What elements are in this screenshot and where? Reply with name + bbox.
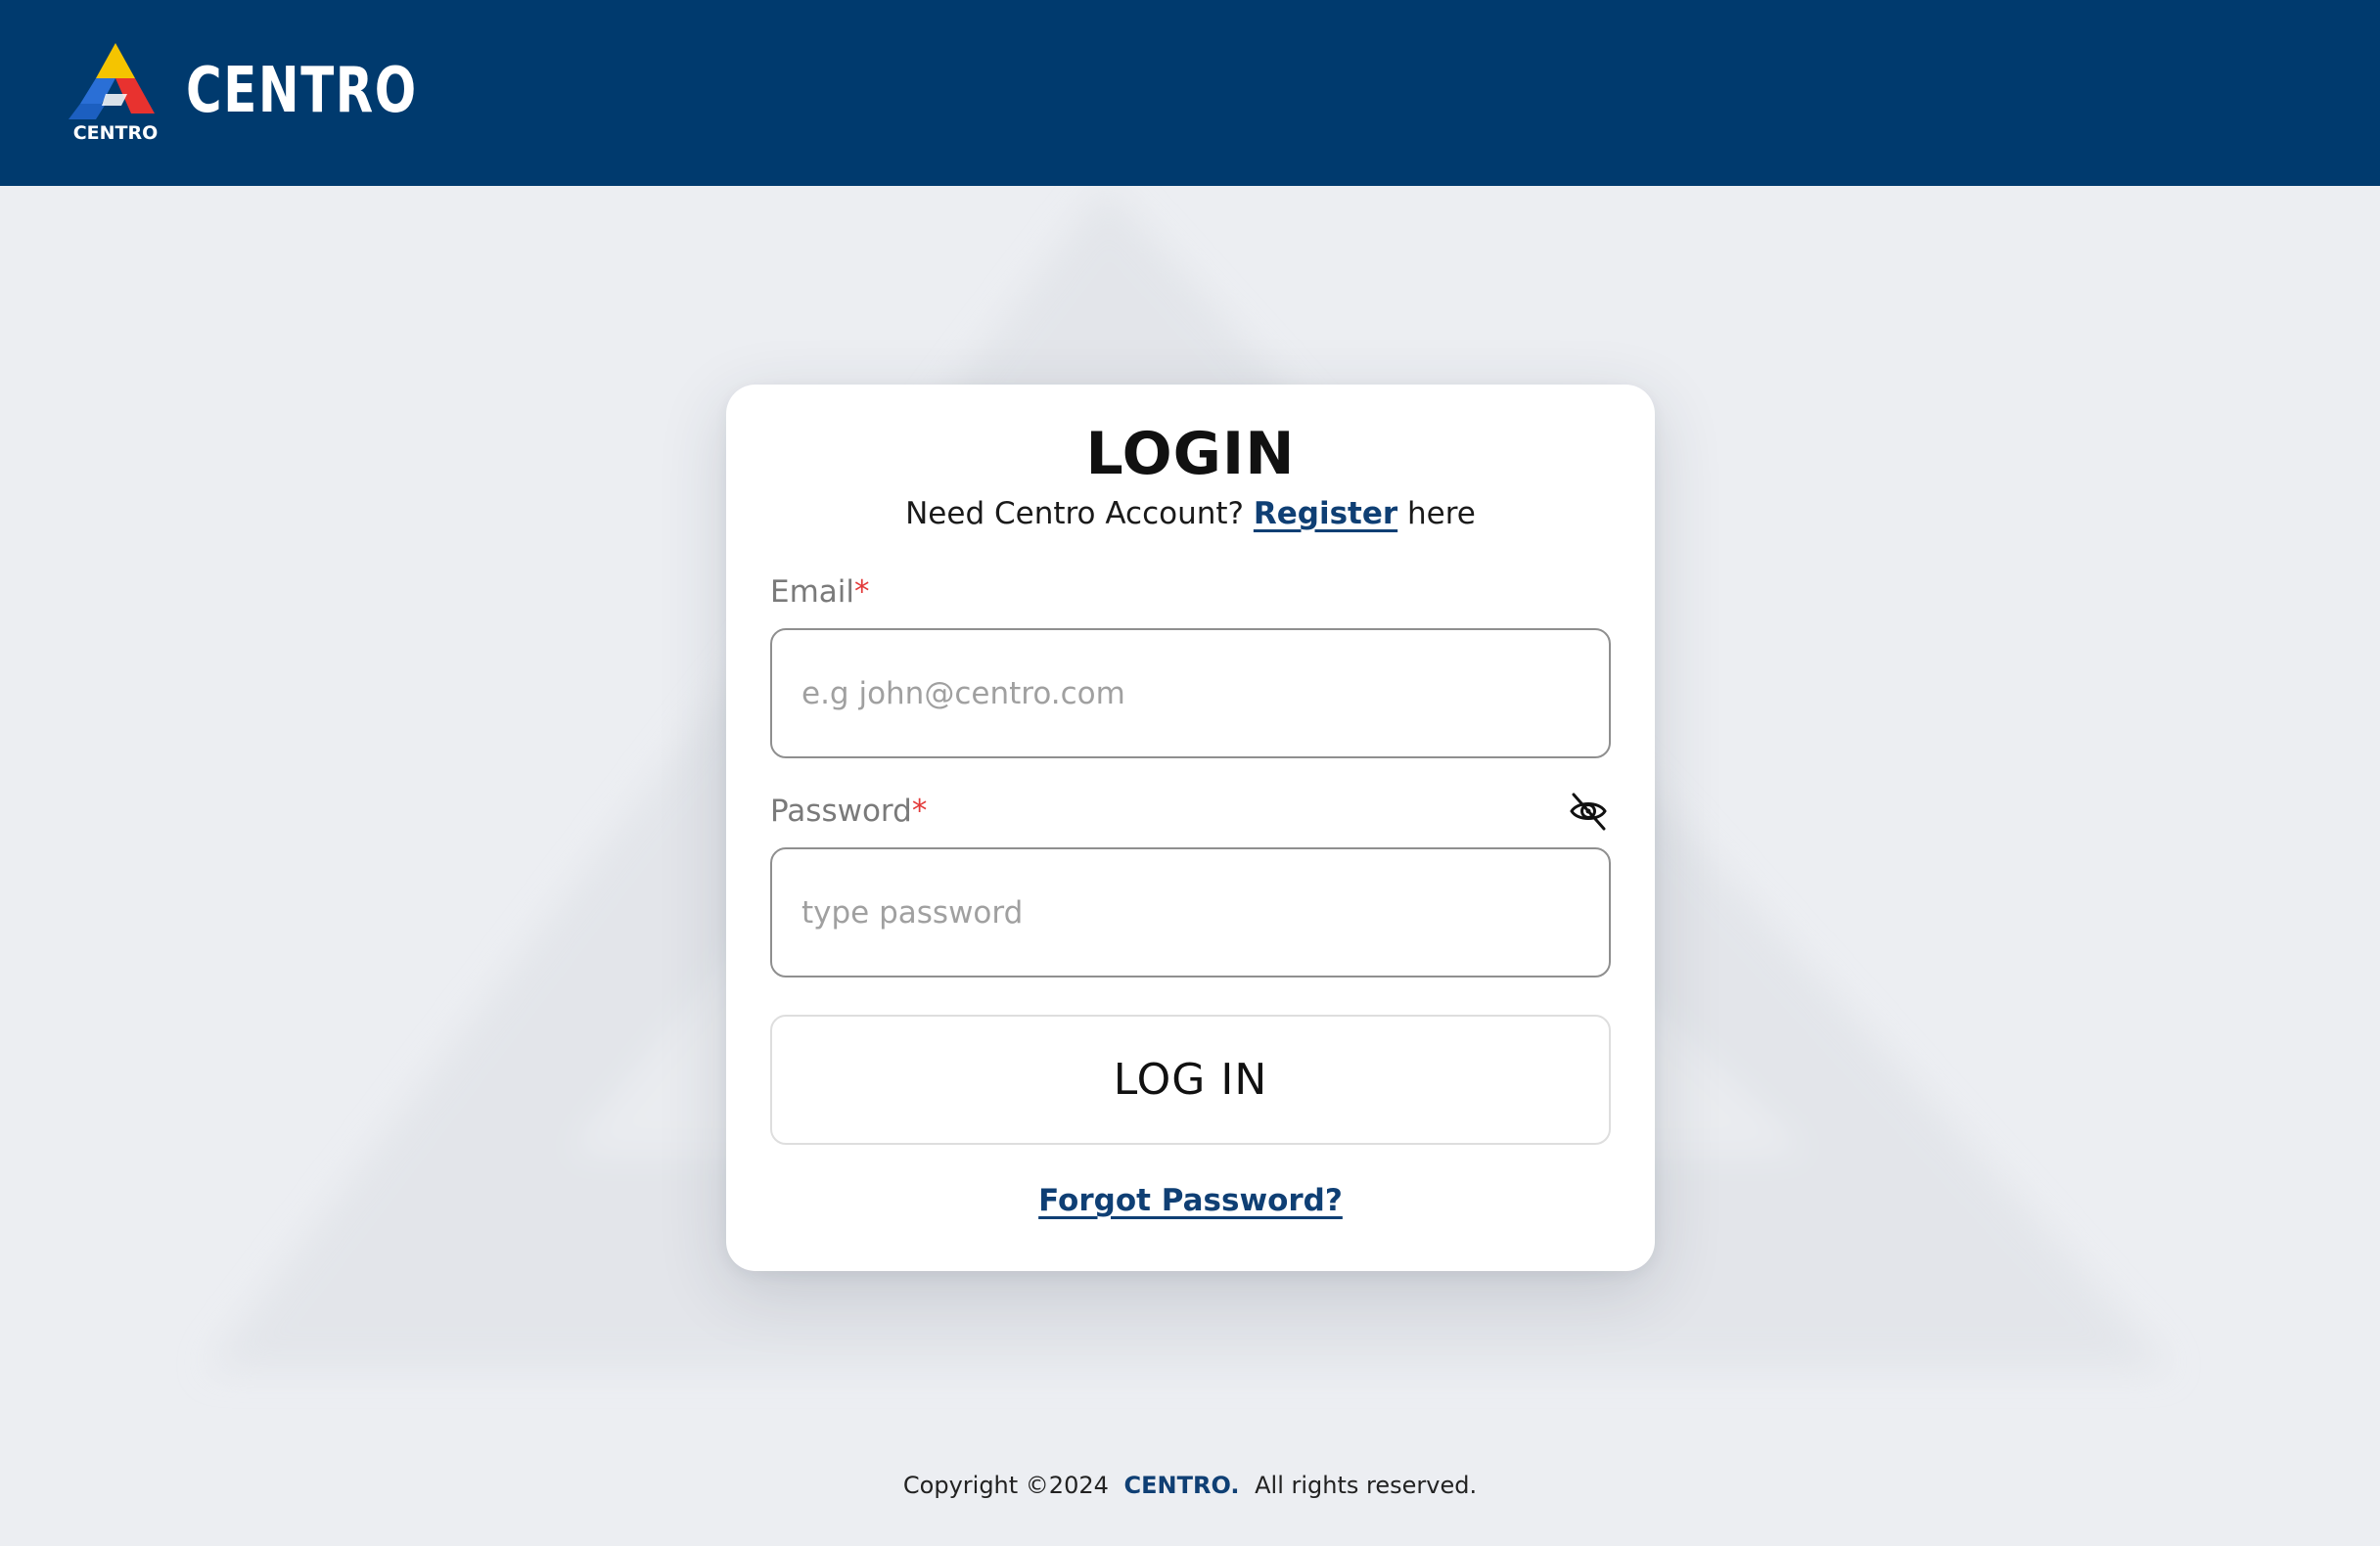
brand-name: CENTRO: [186, 55, 418, 127]
forgot-password-row: Forgot Password?: [726, 1183, 1655, 1218]
register-prompt: Need Centro Account? Register here: [726, 496, 1655, 531]
email-required-mark: *: [854, 574, 870, 610]
register-link[interactable]: Register: [1254, 496, 1397, 531]
email-label-text: Email: [770, 574, 855, 610]
email-label: Email*: [770, 574, 870, 610]
register-suffix: here: [1407, 496, 1476, 531]
email-input[interactable]: [770, 628, 1611, 758]
eye-slash-icon[interactable]: [1569, 792, 1608, 831]
footer-brand: CENTRO.: [1123, 1472, 1240, 1499]
password-label-text: Password: [770, 794, 912, 829]
login-page: CENTRO CENTRO LOGIN Need Centro Account?…: [0, 0, 2380, 1546]
login-button[interactable]: LOG IN: [770, 1015, 1611, 1145]
logo-caption: CENTRO: [73, 122, 159, 143]
forgot-password-link[interactable]: Forgot Password?: [1038, 1183, 1343, 1218]
password-required-mark: *: [911, 794, 928, 829]
password-label: Password*: [770, 794, 927, 829]
brand[interactable]: CENTRO CENTRO: [67, 39, 483, 144]
login-card: LOGIN Need Centro Account? Register here…: [726, 385, 1655, 1271]
footer-rights: All rights reserved.: [1255, 1472, 1478, 1499]
register-prefix: Need Centro Account?: [905, 496, 1244, 531]
login-title: LOGIN: [1085, 420, 1296, 488]
top-header: CENTRO CENTRO: [0, 0, 2380, 186]
password-input[interactable]: [770, 847, 1611, 978]
footer: Copyright ©2024 CENTRO. All rights reser…: [0, 1472, 2380, 1499]
footer-copyright: Copyright ©2024: [902, 1472, 1109, 1499]
centro-logo-icon: CENTRO: [67, 39, 166, 144]
